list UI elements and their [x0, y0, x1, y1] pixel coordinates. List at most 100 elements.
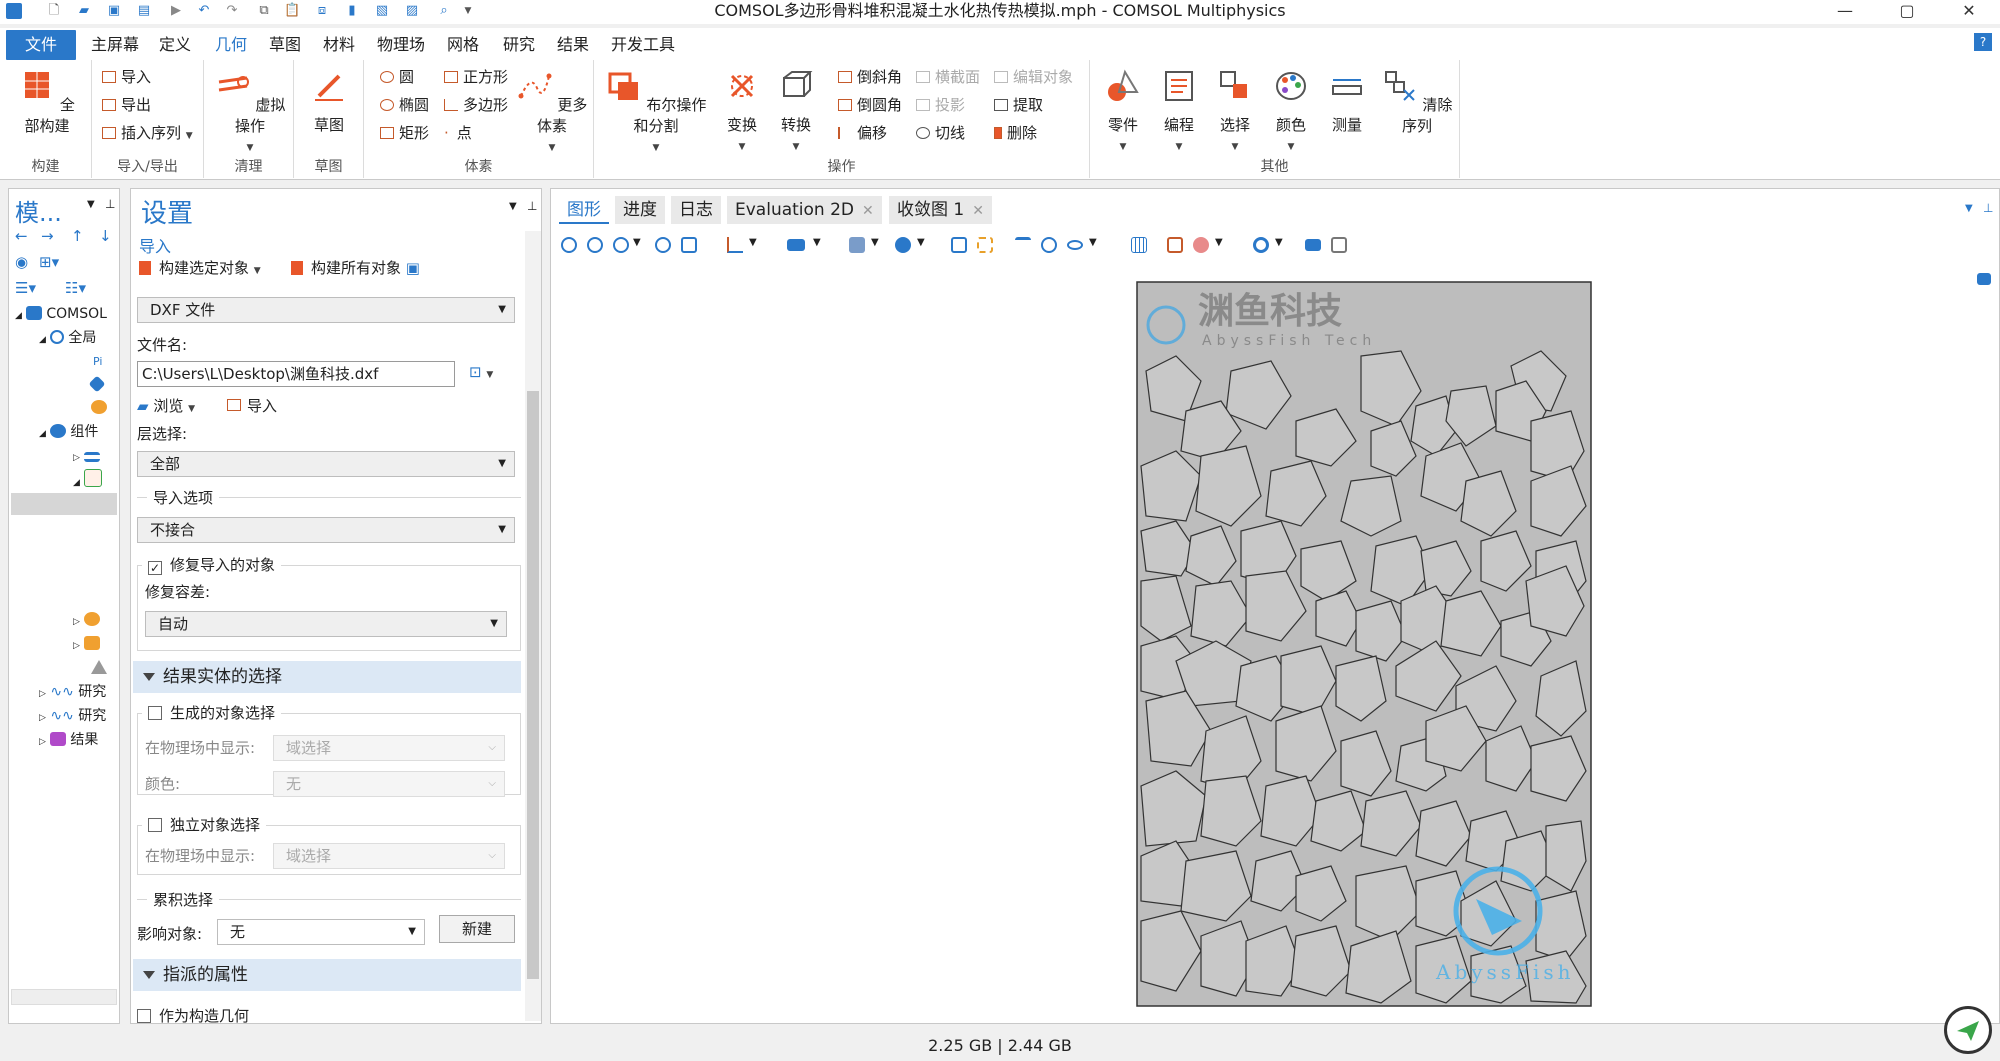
vertical-scrollbar[interactable] [525, 231, 541, 1021]
sketch-button[interactable]: 草图 [306, 68, 352, 135]
center-icon[interactable] [655, 237, 671, 253]
chevron-down-icon[interactable]: ▼ [749, 237, 757, 248]
tab-materials[interactable]: 材料 [316, 30, 362, 60]
chevron-down-icon[interactable]: ▼ [917, 237, 925, 248]
tab-convergence-plot[interactable]: 收敛图 1 ✕ [889, 196, 992, 224]
clear-icon[interactable] [1193, 237, 1209, 253]
tab-file[interactable]: 文件 [6, 30, 76, 60]
minimize-button[interactable]: — [1822, 0, 1868, 24]
tab-study[interactable]: 研究 [496, 30, 542, 60]
close-button[interactable]: ✕ [1946, 0, 1992, 24]
tree-item-results[interactable]: ▷ 结果 [39, 729, 98, 751]
pane-menu-icon[interactable]: ▼ [509, 201, 517, 212]
save-icon[interactable]: ▣ [106, 3, 122, 19]
tab-sketch[interactable]: 草图 [262, 30, 308, 60]
run-icon[interactable]: ▶ [168, 3, 184, 19]
tree-item-global[interactable]: ◢ 全局 [39, 327, 96, 349]
zoom-extents-icon[interactable] [681, 237, 697, 253]
import-now-button[interactable]: 导入 [227, 395, 277, 416]
select-all-icon[interactable] [951, 237, 967, 253]
hide-icon[interactable] [1041, 237, 1057, 253]
tree-item-import-selected[interactable] [11, 493, 117, 515]
tab-developer[interactable]: 开发工具 [606, 30, 680, 60]
tree-item-materials[interactable] [88, 373, 107, 395]
pin-icon[interactable]: ⊥ [105, 197, 115, 211]
chevron-down-icon[interactable]: ▼ [633, 237, 641, 248]
square-button[interactable]: 正方形 [444, 66, 508, 88]
browse-button[interactable]: ▰ 浏览 ▼ [137, 395, 195, 416]
conversions-button[interactable]: 转换 ▼ [774, 68, 818, 153]
pin-icon[interactable]: ⊥ [527, 199, 537, 213]
zoom-in-icon[interactable] [561, 237, 577, 253]
select-box-icon[interactable] [895, 237, 911, 253]
point-button[interactable]: · 点 [444, 122, 472, 144]
polygon-button[interactable]: 多边形 [444, 94, 508, 116]
tab-progress[interactable]: 进度 [615, 196, 665, 224]
link-icon[interactable] [977, 237, 993, 253]
rectangle-button[interactable]: 矩形 [380, 122, 429, 144]
sort-icon[interactable]: ☰▾ [15, 279, 36, 297]
chevron-down-icon[interactable]: ▼ [1215, 237, 1223, 248]
up-icon[interactable]: ↑ [71, 227, 84, 245]
layer-select[interactable]: 全部 ▼ [137, 451, 515, 477]
programming-button[interactable]: 编程 ▼ [1156, 68, 1202, 153]
view-icon[interactable]: ☷▾ [65, 279, 86, 297]
new-button[interactable]: 新建 [439, 915, 515, 943]
file-options-icon[interactable]: ⊡ ▼ [469, 363, 493, 381]
axes-icon[interactable] [727, 237, 743, 253]
build-all-button[interactable]: 全部构建 [14, 68, 80, 136]
offset-button[interactable]: 偏移 [838, 122, 887, 144]
gen-sel-check[interactable] [148, 706, 162, 720]
close-tab-icon[interactable]: ✕ [972, 203, 984, 219]
select-domains-icon[interactable] [1015, 237, 1031, 253]
fillet-button[interactable]: 倒圆角 [838, 94, 902, 116]
tab-home[interactable]: 主屏幕 [86, 30, 144, 60]
collapse-icon[interactable]: ⊞▾ [39, 253, 59, 271]
camera-icon[interactable] [1305, 239, 1321, 251]
pane-menu-icon[interactable]: ▼ [87, 199, 95, 210]
tree-item-physics[interactable]: ▷ [73, 609, 104, 631]
import-button[interactable]: 导入 [102, 66, 151, 88]
tab-physics[interactable]: 物理场 [372, 30, 430, 60]
help-icon[interactable]: ? [1974, 33, 1992, 51]
view-icon[interactable] [1067, 240, 1083, 250]
zoom-box-icon[interactable] [613, 237, 629, 253]
geometry-canvas[interactable]: 渊鱼科技 AbyssFish Tech AbyssFish [1136, 281, 1592, 1007]
tab-geometry[interactable]: 几何 [208, 30, 254, 60]
section-result-selection[interactable]: 结果实体的选择 [133, 661, 521, 693]
undo-icon[interactable]: ↶ [196, 3, 212, 19]
chevron-down-icon[interactable]: ▼ [871, 237, 879, 248]
show-icon[interactable]: ◉ [15, 253, 28, 271]
section-assigned-attributes[interactable]: 指派的属性 [133, 959, 521, 991]
tab-evaluation-2d[interactable]: Evaluation 2D ✕ [727, 196, 882, 224]
import-options-select[interactable]: 不接合 ▼ [137, 517, 515, 543]
print-icon[interactable] [1331, 237, 1347, 253]
tree-item-study-2[interactable]: ▷ ∿∿ 研究 [39, 705, 106, 727]
transparency-icon[interactable] [849, 237, 865, 253]
copy-icon[interactable]: ⧉ [256, 3, 272, 19]
repair-tol-select[interactable]: 自动 ▼ [145, 611, 507, 637]
grid-icon[interactable] [1131, 237, 1147, 253]
edit-object-button[interactable]: 编辑对象 [994, 66, 1073, 88]
back-icon[interactable]: ← [15, 227, 28, 245]
colors-button[interactable]: 颜色 ▼ [1268, 68, 1314, 153]
circle-button[interactable]: 圆 [380, 66, 414, 88]
duplicate-icon[interactable]: ⧈ [314, 3, 330, 19]
render-icon[interactable] [787, 239, 805, 251]
scrollbar-thumb[interactable] [527, 391, 539, 979]
save-as-icon[interactable]: ▤ [136, 3, 152, 19]
tree-item-study-1[interactable]: ▷ ∿∿ 研究 [39, 681, 106, 703]
close-tab-icon[interactable]: ✕ [862, 203, 874, 219]
measure-button[interactable]: 测量 [1324, 68, 1370, 135]
pin-icon[interactable]: ⊥ [1983, 201, 1993, 215]
chevron-down-icon[interactable]: ▼ [813, 237, 821, 248]
tree-item-component[interactable]: ◢ 组件 [39, 421, 98, 443]
delete-button[interactable]: 删除 [994, 122, 1037, 144]
construction-geom-check[interactable] [137, 1009, 151, 1023]
export-button[interactable]: 导出 [102, 94, 151, 116]
open-icon[interactable]: ▰ [76, 3, 92, 19]
tab-graphics[interactable]: 图形 [559, 196, 609, 224]
redo-icon[interactable]: ↷ [224, 3, 240, 19]
show-in-physics-select[interactable]: 域选择 ⌵ [273, 735, 505, 761]
tab-log[interactable]: 日志 [671, 196, 721, 224]
